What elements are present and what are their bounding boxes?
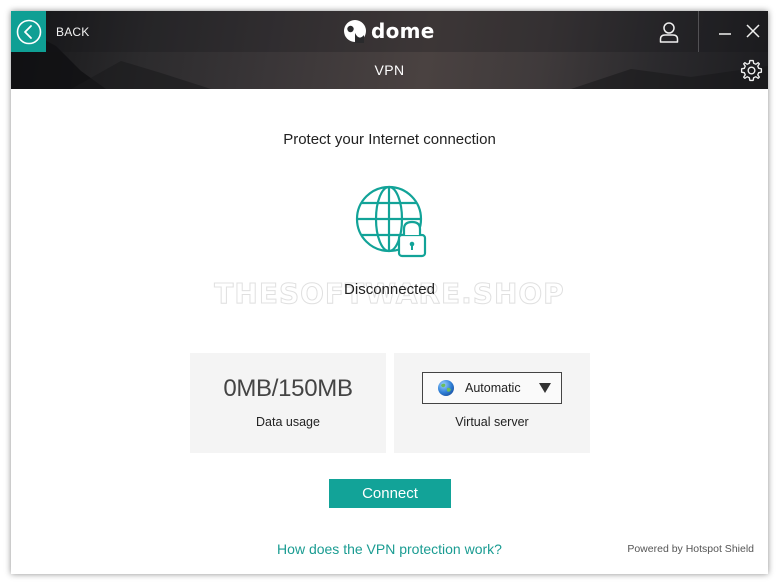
back-label[interactable]: BACK [56, 25, 89, 39]
app-window: BACK dome VPN Protect your Internet conn… [11, 11, 768, 574]
user-icon [659, 22, 679, 43]
globe-icon [438, 380, 454, 396]
connect-button[interactable]: Connect [329, 479, 451, 508]
chevron-down-icon [539, 383, 551, 393]
page-title: VPN [374, 62, 405, 78]
virtual-server-dropdown[interactable]: Automatic [422, 372, 562, 404]
user-account-button[interactable] [657, 20, 681, 44]
titlebar: BACK dome VPN [11, 11, 768, 89]
logo-text: dome [371, 19, 435, 43]
virtual-server-value: Automatic [465, 381, 521, 395]
chevron-left-icon [16, 19, 41, 44]
titlebar-divider [698, 11, 699, 52]
virtual-server-card: Automatic Virtual server [394, 353, 590, 453]
close-button[interactable] [745, 23, 761, 39]
virtual-server-label: Virtual server [455, 415, 529, 429]
headline: Protect your Internet connection [283, 131, 496, 148]
data-usage-card: 0MB/150MB Data usage [190, 353, 386, 453]
data-usage-label: Data usage [256, 415, 320, 429]
close-icon [746, 24, 760, 38]
panda-logo-icon [344, 20, 366, 43]
data-usage-value: 0MB/150MB [223, 375, 353, 402]
gear-icon [740, 59, 763, 82]
settings-button[interactable] [739, 58, 764, 83]
powered-by-label: Powered by Hotspot Shield [627, 543, 754, 555]
connection-status: Disconnected [344, 281, 435, 298]
back-button[interactable] [11, 11, 46, 52]
globe-lock-icon [355, 185, 427, 258]
dome-logo: dome [343, 17, 435, 45]
minimize-button[interactable] [717, 23, 733, 41]
minimize-icon [719, 33, 731, 35]
